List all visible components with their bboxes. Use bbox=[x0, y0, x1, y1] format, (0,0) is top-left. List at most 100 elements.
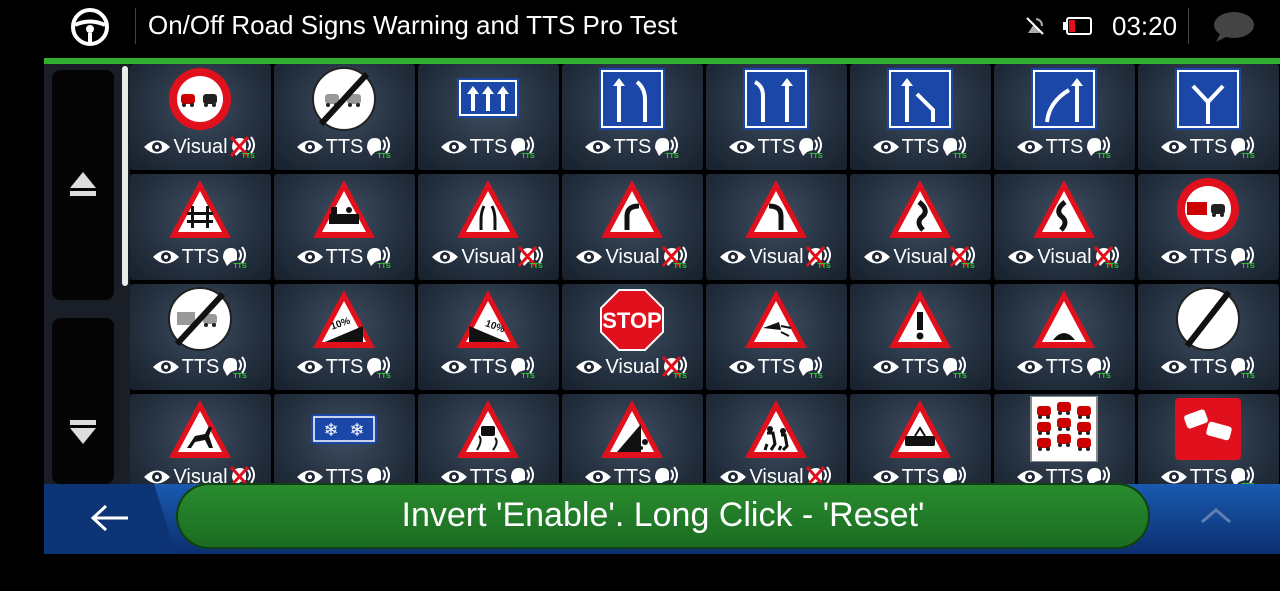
tile-status: TTSTTS bbox=[1138, 354, 1279, 380]
tile-status: TTSTTS bbox=[706, 354, 847, 380]
sign-tile[interactable]: TTSTTS bbox=[130, 284, 271, 390]
voice-muted-icon: TTS bbox=[660, 244, 690, 270]
sign-tile[interactable]: TTSTTS bbox=[562, 64, 703, 170]
end-all-restrictions-sign-icon bbox=[1173, 286, 1243, 352]
sign-tile[interactable]: TTSTTS bbox=[1138, 64, 1279, 170]
sign-tile[interactable]: VisualTTS bbox=[706, 394, 847, 484]
status-label: TTS bbox=[325, 355, 364, 378]
status-label: TTS bbox=[613, 465, 652, 485]
scroll-down-button[interactable] bbox=[52, 318, 114, 484]
sign-tile[interactable]: TTSTTS bbox=[562, 394, 703, 484]
slippery-road-sign-icon bbox=[453, 396, 523, 462]
sign-tile[interactable]: TTSTTS bbox=[130, 174, 271, 280]
chat-bubble-icon[interactable] bbox=[1210, 10, 1256, 44]
sign-tile[interactable]: TTS TTS bbox=[994, 284, 1135, 390]
scroll-up-button[interactable] bbox=[52, 70, 114, 300]
sign-tile[interactable]: 10% TTS TTS bbox=[418, 284, 559, 390]
stop-sign-icon: STOP bbox=[597, 286, 667, 352]
scrollbar[interactable] bbox=[122, 66, 128, 286]
status-label: TTS bbox=[1045, 465, 1084, 485]
tile-status: TTS TTS bbox=[994, 354, 1135, 380]
sign-tile[interactable]: TTSTTS bbox=[418, 64, 559, 170]
chevron-up-icon[interactable] bbox=[1196, 500, 1236, 530]
tts-mini-label: TTS bbox=[1097, 373, 1111, 380]
curve-left-sign-icon bbox=[741, 176, 811, 242]
status-label: TTS bbox=[1189, 355, 1228, 378]
voice-tts-icon: TTS bbox=[1227, 244, 1257, 270]
double-curve-left-sign-icon bbox=[885, 176, 955, 242]
eye-icon bbox=[575, 358, 603, 376]
eye-icon bbox=[584, 468, 612, 484]
tile-status: TTSTTS bbox=[418, 464, 559, 484]
end-no-overtaking-sign-icon bbox=[309, 66, 379, 132]
sign-tile[interactable]: TTSTTS bbox=[994, 64, 1135, 170]
sign-tile[interactable]: TTSTTS bbox=[850, 394, 991, 484]
eye-icon bbox=[296, 138, 324, 156]
sign-tile[interactable]: TTSTTS bbox=[706, 64, 847, 170]
tts-mini-label: TTS bbox=[665, 153, 679, 160]
eye-icon bbox=[575, 248, 603, 266]
sign-tile[interactable]: STOP Visual TTS bbox=[562, 284, 703, 390]
sign-tile[interactable]: TTSTTS bbox=[706, 284, 847, 390]
voice-tts-icon: TTS bbox=[363, 244, 393, 270]
sign-tile[interactable]: TTSTTS bbox=[274, 64, 415, 170]
tts-mini-label: TTS bbox=[233, 373, 247, 380]
lanes-split-sign-icon bbox=[1173, 66, 1243, 132]
sign-tile[interactable]: TTSTTS bbox=[1138, 174, 1279, 280]
no-overtaking-sign-icon bbox=[165, 66, 235, 132]
tile-status: TTSTTS bbox=[562, 134, 703, 160]
tile-status: TTSTTS bbox=[130, 354, 271, 380]
status-label: Visual bbox=[893, 245, 948, 268]
tts-mini-label: TTS bbox=[241, 153, 255, 160]
tile-status: VisualTTS bbox=[562, 244, 703, 270]
voice-tts-icon: TTS bbox=[363, 464, 393, 484]
tram-crossing-sign-icon bbox=[885, 396, 955, 462]
sign-tile[interactable]: TTSTTS bbox=[418, 394, 559, 484]
voice-tts-icon: TTS bbox=[219, 244, 249, 270]
eye-icon bbox=[296, 358, 324, 376]
page-title: On/Off Road Signs Warning and TTS Pro Te… bbox=[148, 10, 678, 40]
sign-tile[interactable]: VisualTTS bbox=[850, 174, 991, 280]
voice-tts-icon: TTS bbox=[1227, 354, 1257, 380]
status-label: TTS bbox=[1189, 245, 1228, 268]
svg-text:STOP: STOP bbox=[602, 308, 662, 333]
school-children-sign-icon bbox=[741, 396, 811, 462]
steering-wheel-icon[interactable] bbox=[70, 7, 110, 47]
tile-status: TTSTTS bbox=[274, 244, 415, 270]
sign-tile[interactable]: TTSTTS bbox=[1138, 284, 1279, 390]
voice-tts-icon: TTS bbox=[1083, 354, 1113, 380]
tile-status: TTSTTS bbox=[130, 244, 271, 270]
tile-status: VisualTTS bbox=[994, 244, 1135, 270]
sign-tile[interactable]: TTSTTS bbox=[850, 64, 991, 170]
crosswind-sign-icon bbox=[741, 286, 811, 352]
lanes-right-straight-sign-icon bbox=[1029, 66, 1099, 132]
divider bbox=[1188, 8, 1189, 44]
tile-status: VisualTTS bbox=[706, 464, 847, 484]
sign-tile[interactable]: VisualTTS bbox=[994, 174, 1135, 280]
no-overtaking-trucks-sign-icon bbox=[1173, 176, 1243, 242]
status-label: TTS bbox=[181, 245, 220, 268]
sign-tile[interactable]: 10% TTS TTS bbox=[274, 284, 415, 390]
sign-tile[interactable]: TTSTTS bbox=[994, 394, 1135, 484]
tile-status: TTSTTS bbox=[706, 134, 847, 160]
tts-mini-label: TTS bbox=[953, 153, 967, 160]
sign-grid: Visual TTS TTS TTS TTS TTS TTS TTS TTS TTS TTS TTS T… bbox=[130, 64, 1280, 484]
sign-tile[interactable]: VisualTTS bbox=[706, 174, 847, 280]
sign-tile[interactable]: TTSTTS bbox=[1138, 394, 1279, 484]
sign-tile[interactable]: TTSTTS bbox=[850, 284, 991, 390]
eye-icon bbox=[440, 468, 468, 484]
voice-tts-icon: TTS bbox=[219, 354, 249, 380]
eye-icon bbox=[719, 248, 747, 266]
sign-tile[interactable]: VisualTTS bbox=[418, 174, 559, 280]
sign-tile[interactable]: ❄❄TTSTTS bbox=[274, 394, 415, 484]
sign-tile[interactable]: VisualTTS bbox=[562, 174, 703, 280]
sign-tile[interactable]: VisualTTS bbox=[130, 394, 271, 484]
traffic-jam-sign-icon bbox=[1029, 395, 1099, 463]
lanes-straight-merge-sign-icon bbox=[597, 66, 667, 132]
back-button[interactable] bbox=[44, 484, 174, 554]
status-label: TTS bbox=[757, 355, 796, 378]
sign-tile[interactable]: TTSTTS bbox=[274, 174, 415, 280]
sign-tile[interactable]: VisualTTS bbox=[130, 64, 271, 170]
status-label: TTS bbox=[1045, 355, 1084, 378]
eye-icon bbox=[143, 138, 171, 156]
